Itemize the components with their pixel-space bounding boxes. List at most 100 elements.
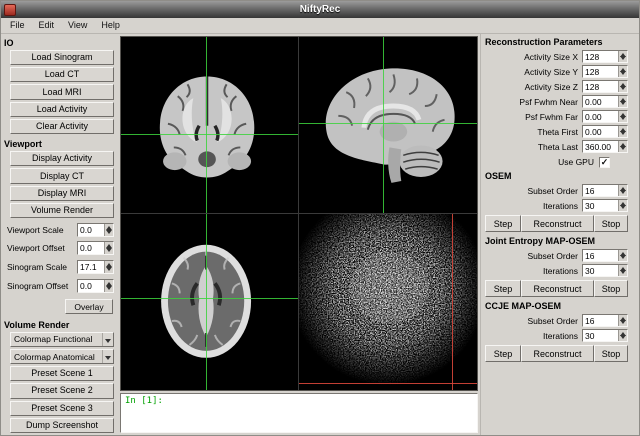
spin-down-icon[interactable] — [619, 190, 627, 197]
ccje-stop-button[interactable]: Stop — [594, 345, 628, 362]
sagittal-view[interactable] — [299, 37, 477, 214]
sinogram-offset-value[interactable]: 0.0 — [78, 280, 104, 292]
ccje-subset-order-spinbox[interactable]: 16 — [582, 314, 628, 327]
osem-iterations-value[interactable]: 30 — [583, 200, 618, 211]
sinogram-offset-label: Sinogram Offset — [7, 281, 69, 292]
volume-render-button[interactable]: Volume Render — [10, 202, 114, 219]
spin-down-icon[interactable] — [619, 101, 627, 108]
theta-first-label: Theta First — [537, 126, 578, 137]
sinogram-scale-value[interactable]: 17.1 — [78, 261, 104, 273]
menubar: File Edit View Help — [1, 18, 639, 34]
ccje-subset-order-label: Subset Order — [527, 315, 578, 326]
dump-screenshot-button[interactable]: Dump Screenshot — [10, 417, 114, 434]
je-iterations-spinbox[interactable]: 30 — [582, 264, 628, 277]
sinogram-scale-spinbox[interactable]: 17.1 — [77, 260, 114, 275]
spin-down-icon[interactable] — [619, 116, 627, 123]
osem-subset-order-spinbox[interactable]: 16 — [582, 184, 628, 197]
viewport-offset-spinbox[interactable]: 0.0 — [77, 241, 114, 256]
overlay-button[interactable]: Overlay — [65, 298, 113, 314]
colormap-functional-combobox[interactable]: Colormap Functional — [10, 331, 114, 347]
load-mri-button[interactable]: Load MRI — [10, 84, 114, 100]
je-step-button[interactable]: Step — [485, 280, 521, 297]
ccje-iterations-value[interactable]: 30 — [583, 330, 618, 341]
sinogram-view[interactable] — [299, 213, 477, 390]
spin-down-icon[interactable] — [619, 146, 627, 153]
chevron-down-icon — [102, 349, 113, 364]
ccje-iterations-row: Iterations 30 — [485, 328, 636, 343]
theta-last-spinbox[interactable]: 360.00 — [582, 140, 628, 153]
preset-scene-3-button[interactable]: Preset Scene 3 — [10, 400, 114, 416]
psf-fwhm-near-spinbox[interactable]: 0.00 — [582, 95, 628, 108]
use-gpu-checkbox[interactable]: ✓ — [599, 156, 610, 168]
ccje-subset-order-value[interactable]: 16 — [583, 315, 618, 326]
menu-view[interactable]: View — [61, 19, 94, 32]
je-reconstruct-button[interactable]: Reconstruct — [521, 280, 594, 297]
console[interactable]: In [1]: — [120, 393, 478, 433]
activity-size-z-spinbox[interactable]: 128 — [582, 80, 628, 93]
sinogram-noise-image — [299, 213, 477, 390]
viewport-scale-value[interactable]: 0.0 — [78, 224, 104, 236]
activity-size-x-row: Activity Size X 128 — [485, 49, 636, 64]
je-iterations-value[interactable]: 30 — [583, 265, 618, 276]
osem-stop-button[interactable]: Stop — [594, 215, 628, 232]
osem-subset-order-value[interactable]: 16 — [583, 185, 618, 196]
spin-down-icon[interactable] — [619, 86, 627, 93]
theta-last-value[interactable]: 360.00 — [583, 141, 618, 152]
activity-size-y-spinbox[interactable]: 128 — [582, 65, 628, 78]
display-ct-button[interactable]: Display CT — [10, 168, 114, 184]
activity-size-y-value[interactable]: 128 — [583, 66, 618, 77]
menu-file[interactable]: File — [3, 19, 32, 32]
osem-reconstruct-button[interactable]: Reconstruct — [521, 215, 594, 232]
load-ct-button[interactable]: Load CT — [10, 67, 114, 83]
viewport-offset-value[interactable]: 0.0 — [78, 242, 104, 254]
ccje-iterations-spinbox[interactable]: 30 — [582, 329, 628, 342]
titlebar[interactable]: NiftyRec — [1, 1, 639, 18]
load-sinogram-button[interactable]: Load Sinogram — [10, 50, 114, 66]
use-gpu-row: Use GPU ✓ — [485, 154, 636, 170]
display-mri-button[interactable]: Display MRI — [10, 185, 114, 201]
crosshair-vertical — [452, 213, 454, 390]
je-subset-order-spinbox[interactable]: 16 — [582, 249, 628, 262]
spin-down-icon[interactable] — [619, 71, 627, 78]
ccje-step-button[interactable]: Step — [485, 345, 521, 362]
spin-down-icon[interactable] — [619, 56, 627, 63]
theta-first-spinbox[interactable]: 0.00 — [582, 125, 628, 138]
psf-fwhm-near-row: Psf Fwhm Near 0.00 — [485, 94, 636, 109]
sinogram-offset-spinbox[interactable]: 0.0 — [77, 279, 114, 294]
psf-fwhm-far-spinbox[interactable]: 0.00 — [582, 110, 628, 123]
psf-fwhm-near-value[interactable]: 0.00 — [583, 96, 618, 107]
load-activity-button[interactable]: Load Activity — [10, 101, 114, 117]
display-activity-button[interactable]: Display Activity — [10, 151, 114, 167]
left-panel: IO Load Sinogram Load CT Load MRI Load A… — [1, 34, 118, 435]
je-stop-button[interactable]: Stop — [594, 280, 628, 297]
menu-help[interactable]: Help — [94, 19, 127, 32]
theta-first-value[interactable]: 0.00 — [583, 126, 618, 137]
spin-down-icon[interactable] — [619, 131, 627, 138]
spin-down-icon[interactable] — [619, 335, 627, 342]
spin-down-icon[interactable] — [619, 205, 627, 212]
je-subset-order-value[interactable]: 16 — [583, 250, 618, 261]
spin-down-icon[interactable] — [619, 320, 627, 327]
spin-down-icon[interactable] — [105, 248, 113, 254]
osem-step-button[interactable]: Step — [485, 215, 521, 232]
close-window-button[interactable] — [4, 3, 16, 16]
activity-size-z-value[interactable]: 128 — [583, 81, 618, 92]
ccje-reconstruct-button[interactable]: Reconstruct — [521, 345, 594, 362]
spin-down-icon[interactable] — [619, 270, 627, 277]
preset-scene-1-button[interactable]: Preset Scene 1 — [10, 366, 114, 382]
menu-edit[interactable]: Edit — [32, 19, 62, 32]
viewport-scale-spinbox[interactable]: 0.0 — [77, 222, 114, 237]
activity-size-x-spinbox[interactable]: 128 — [582, 50, 628, 63]
spin-down-icon[interactable] — [619, 255, 627, 262]
clear-activity-button[interactable]: Clear Activity — [10, 118, 114, 135]
spin-down-icon[interactable] — [105, 286, 113, 292]
axial-view[interactable] — [121, 213, 299, 390]
activity-size-x-value[interactable]: 128 — [583, 51, 618, 62]
coronal-view[interactable] — [121, 37, 299, 214]
spin-down-icon[interactable] — [105, 229, 113, 236]
preset-scene-2-button[interactable]: Preset Scene 2 — [10, 383, 114, 399]
osem-iterations-spinbox[interactable]: 30 — [582, 199, 628, 212]
colormap-anatomical-combobox[interactable]: Colormap Anatomical — [10, 348, 114, 365]
spin-down-icon[interactable] — [105, 267, 113, 273]
psf-fwhm-far-value[interactable]: 0.00 — [583, 111, 618, 122]
